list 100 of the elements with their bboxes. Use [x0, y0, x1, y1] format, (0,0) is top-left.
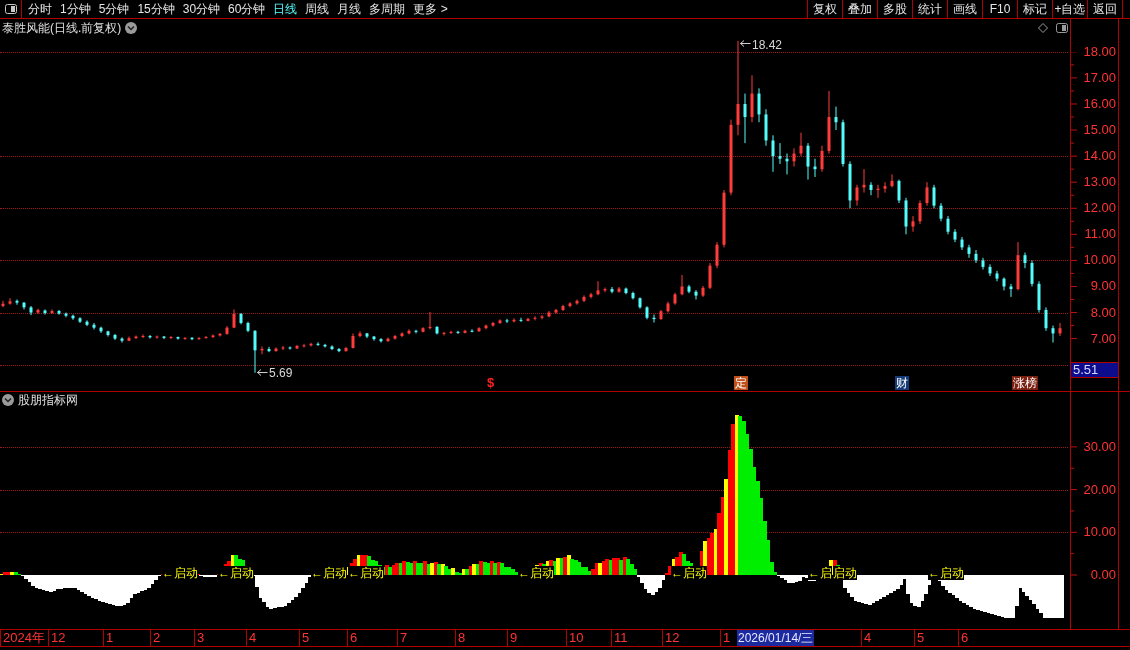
candlestick	[253, 329, 257, 374]
candlestick	[897, 179, 901, 204]
candlestick	[43, 308, 47, 316]
axis-label: 8	[455, 630, 466, 646]
candlestick	[792, 147, 796, 168]
candlestick	[337, 347, 341, 353]
axis-label: 14.00	[1083, 149, 1116, 163]
axis-label: 9	[507, 630, 518, 646]
toolbar-button[interactable]: 复权	[807, 0, 842, 18]
period-tab[interactable]: 60分钟	[228, 0, 266, 18]
candlestick	[316, 341, 320, 347]
toolbar-button[interactable]: +自选	[1052, 0, 1087, 18]
axis-label: 9.00	[1090, 279, 1116, 293]
axis-label: 10.00	[1083, 525, 1116, 539]
candlestick	[281, 345, 285, 351]
panel-icon[interactable]	[1056, 22, 1068, 33]
candlestick	[596, 280, 600, 296]
chevron-down-icon[interactable]	[2, 394, 14, 406]
chevron-down-icon[interactable]	[125, 21, 138, 34]
signal-label: ←启动	[518, 566, 554, 580]
period-tab[interactable]: 多周期	[369, 0, 406, 18]
candlestick	[932, 184, 936, 209]
period-tab[interactable]: 周线	[305, 0, 330, 18]
candlestick	[288, 345, 292, 351]
candlestick	[708, 262, 712, 290]
axis-label: 1	[103, 630, 114, 646]
candlestick	[120, 336, 124, 344]
signal-label: ←启	[808, 566, 832, 580]
candlestick	[743, 93, 747, 144]
axis-label: 2	[150, 630, 161, 646]
candlestick	[967, 244, 971, 259]
candlestick	[85, 319, 89, 327]
candlestick	[736, 40, 740, 136]
period-tab[interactable]: 分时	[28, 0, 52, 18]
indicator-title: 股朋指标网	[18, 392, 78, 408]
toolbar-button[interactable]: 统计	[912, 0, 947, 18]
candlestick	[267, 346, 271, 353]
cursor-date-label: 2026/01/14/三	[737, 630, 815, 646]
axis-label: 20.00	[1083, 483, 1116, 497]
toolbar-button[interactable]: F10	[982, 0, 1017, 18]
axis-label: 18.00	[1083, 45, 1116, 59]
toolbar-button[interactable]: 叠加	[842, 0, 877, 18]
signal-label: ←启动	[928, 566, 964, 580]
toolbar-button[interactable]: 画线	[947, 0, 982, 18]
axis-label: 5	[914, 630, 925, 646]
candlestick	[960, 236, 964, 251]
toolbar-button[interactable]: 返回	[1087, 0, 1122, 18]
period-tab[interactable]: 更多 >	[413, 0, 448, 18]
period-tab[interactable]: 30分钟	[182, 0, 221, 18]
axis-label: 10	[566, 630, 584, 646]
axis-label: 11.00	[1084, 227, 1116, 241]
left-arrow-icon	[257, 369, 268, 376]
axis-label: 7.00	[1090, 332, 1116, 346]
signal-label: ←启动	[671, 566, 707, 580]
candlestick	[155, 334, 159, 340]
candlestick	[925, 181, 929, 207]
event-tag: 财	[895, 376, 909, 390]
axis-label: 10.00	[1083, 253, 1116, 267]
candlestick	[694, 289, 698, 301]
candlestick	[715, 241, 719, 269]
candlestick	[939, 202, 943, 222]
axis-label: 5	[299, 630, 310, 646]
candlestick	[505, 318, 509, 324]
toolbar-button[interactable]: 多股	[877, 0, 912, 18]
candlestick	[834, 106, 838, 131]
candlestick	[610, 286, 614, 294]
candlestick	[519, 317, 523, 323]
candlestick	[757, 87, 761, 123]
period-tab[interactable]: 15分钟	[137, 0, 175, 18]
candlestick	[855, 184, 859, 207]
axis-label: 30.00	[1083, 440, 1116, 454]
axis-label: 0.00	[1090, 568, 1116, 582]
candlestick	[799, 132, 803, 157]
panel-icon	[4, 4, 17, 14]
period-tab[interactable]: 月线	[337, 0, 362, 18]
candlestick	[883, 181, 887, 194]
axis-label: 7	[397, 630, 408, 646]
axis-label: 13.00	[1083, 175, 1116, 189]
signal-label: 启动	[833, 566, 857, 580]
candlestick	[974, 249, 978, 264]
candlestick	[869, 181, 873, 196]
axis-label: 12	[48, 630, 66, 646]
candlestick	[890, 173, 894, 188]
axis-label: 16.00	[1083, 97, 1116, 111]
period-tab[interactable]: 5分钟	[98, 0, 130, 18]
candlestick	[988, 263, 992, 277]
axis-label: 6	[347, 630, 358, 646]
chart-title: 泰胜风能(日线.前复权)	[2, 19, 122, 36]
period-tab[interactable]: 1分钟	[60, 0, 91, 18]
candlestick	[8, 297, 12, 306]
candlestick	[1058, 322, 1062, 337]
candlestick	[211, 333, 215, 339]
toolbar-button[interactable]: 标记	[1017, 0, 1052, 18]
candlestick	[806, 142, 810, 181]
axis-label: 12	[662, 630, 680, 646]
period-tab[interactable]: 日线	[273, 0, 298, 18]
candlestick	[820, 145, 824, 173]
candlestick	[50, 308, 54, 315]
axis-label: 6	[958, 630, 969, 646]
candlestick	[141, 333, 145, 339]
